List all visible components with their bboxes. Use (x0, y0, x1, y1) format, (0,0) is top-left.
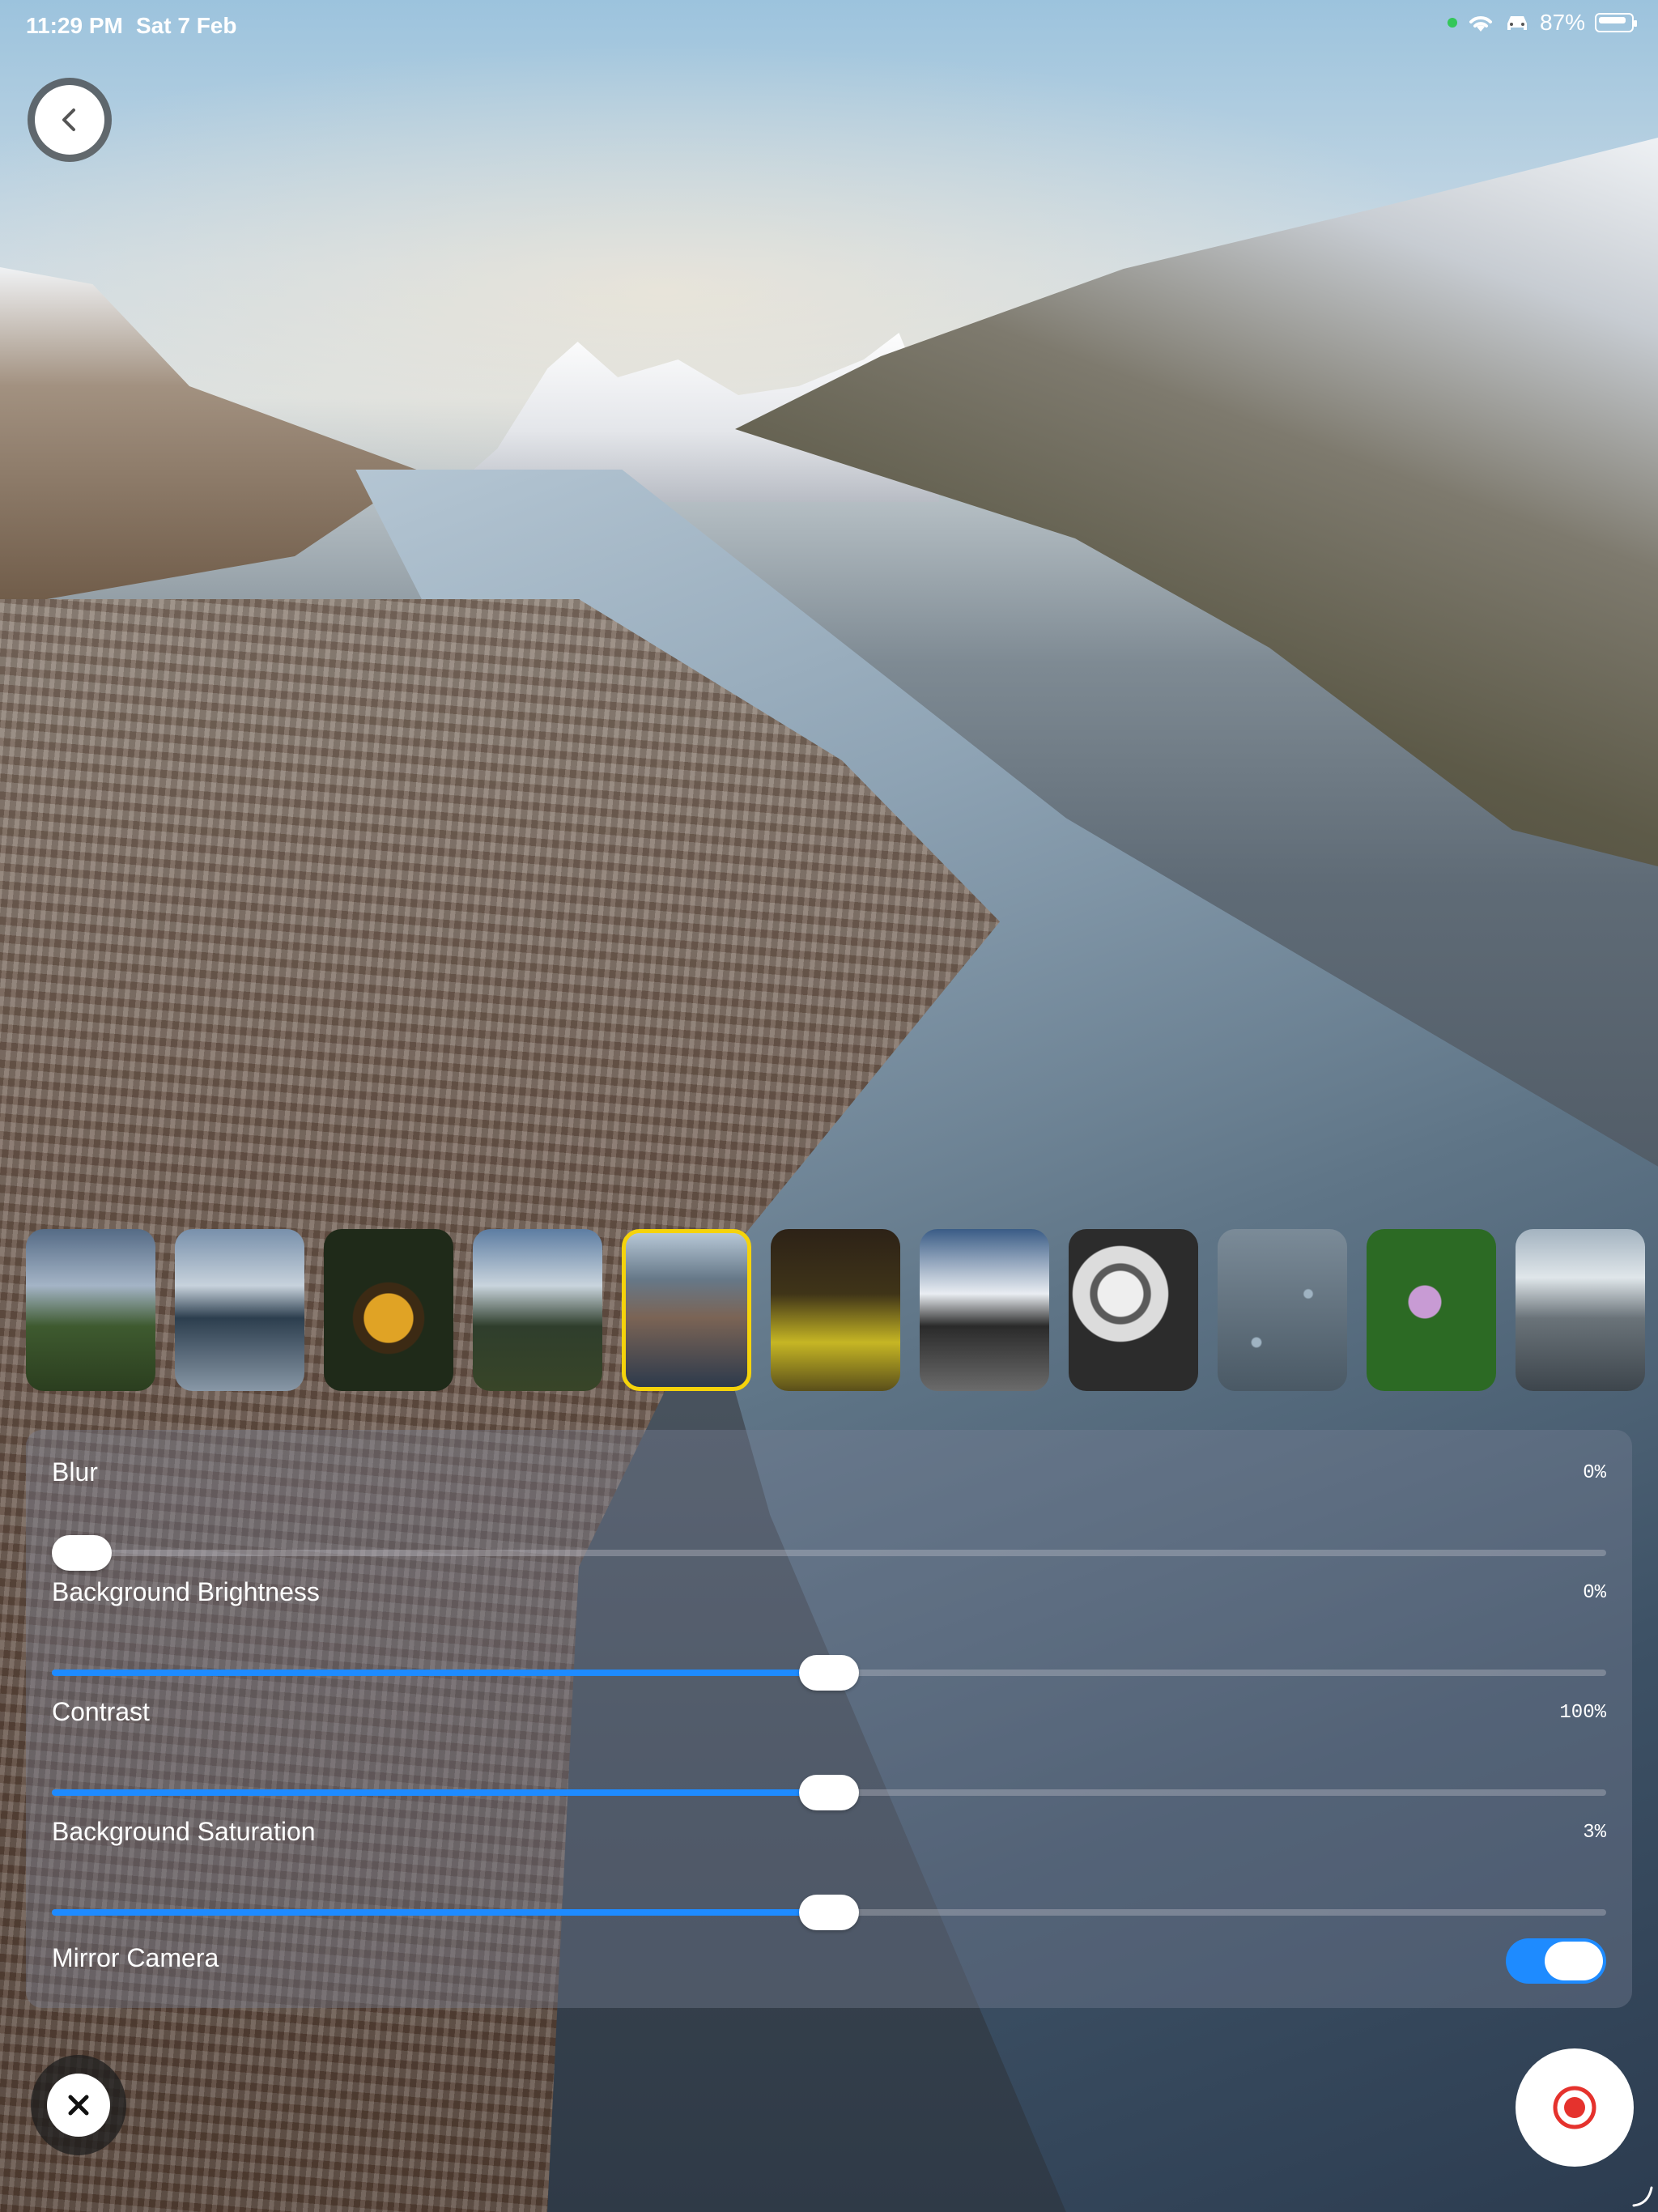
wifi-icon (1469, 16, 1492, 32)
blur-label: Blur (52, 1457, 98, 1487)
background-thumbnail-black-white-flowers[interactable] (1069, 1229, 1198, 1391)
brightness-slider[interactable] (52, 1655, 1606, 1691)
saturation-value: 3% (1583, 1822, 1606, 1844)
background-thumbnail-raindrops-glass[interactable] (1218, 1229, 1347, 1391)
record-button[interactable] (1516, 2048, 1634, 2167)
saturation-label: Background Saturation (52, 1817, 316, 1846)
car-icon (1507, 16, 1527, 30)
brightness-label: Background Brightness (52, 1577, 320, 1606)
settings-panel: Blur 0% Background Brightness 0% Contras… (26, 1430, 1632, 2008)
battery-icon (1595, 13, 1637, 32)
status-time: 11:29 PM (26, 13, 123, 38)
blur-value: 0% (1583, 1462, 1606, 1484)
brightness-slider-knob[interactable] (799, 1655, 859, 1691)
record-icon (1553, 2086, 1596, 2129)
background-picker (26, 1229, 1658, 1391)
status-date: Sat 7 Feb (136, 13, 237, 38)
back-button[interactable] (28, 78, 112, 162)
background-thumbnail-mountain-valley[interactable] (26, 1229, 155, 1391)
background-thumbnail-snowy-lake[interactable] (1516, 1229, 1645, 1391)
background-thumbnail-autumn-leaves[interactable] (324, 1229, 453, 1391)
saturation-slider[interactable] (52, 1895, 1606, 1930)
background-thumbnail-misty-mountains[interactable] (473, 1229, 602, 1391)
mirror-toggle-knob (1545, 1942, 1603, 1980)
mirror-toggle[interactable] (1506, 1938, 1606, 1984)
close-button[interactable] (31, 2055, 126, 2155)
camera-indicator-icon (1447, 18, 1457, 28)
chevron-left-icon (62, 108, 75, 131)
contrast-label: Contrast (52, 1697, 150, 1726)
status-bar: 11:29 PM Sat 7 Feb 87% (0, 0, 1658, 52)
blur-slider[interactable] (52, 1535, 1606, 1571)
mirror-label: Mirror Camera (52, 1943, 219, 1972)
brightness-slider-fill (52, 1670, 829, 1676)
contrast-slider[interactable] (52, 1775, 1606, 1810)
blur-slider-knob[interactable] (52, 1535, 112, 1571)
background-thumbnail-fjord-town[interactable] (622, 1229, 751, 1391)
saturation-slider-knob[interactable] (799, 1895, 859, 1930)
resize-corner-icon (1632, 2186, 1653, 2207)
battery-percent: 87% (1539, 10, 1585, 35)
background-thumbnail-lake-clouds[interactable] (175, 1229, 304, 1391)
contrast-value: 100% (1559, 1702, 1606, 1724)
background-thumbnail-forest-moss[interactable] (771, 1229, 900, 1391)
background-thumbnail-purple-daisies[interactable] (1367, 1229, 1496, 1391)
saturation-slider-fill (52, 1909, 829, 1916)
background-thumbnail-snowy-waterfall[interactable] (920, 1229, 1049, 1391)
brightness-value: 0% (1583, 1582, 1606, 1604)
contrast-slider-fill (52, 1789, 829, 1796)
contrast-slider-knob[interactable] (799, 1775, 859, 1810)
close-icon (68, 2095, 89, 2116)
